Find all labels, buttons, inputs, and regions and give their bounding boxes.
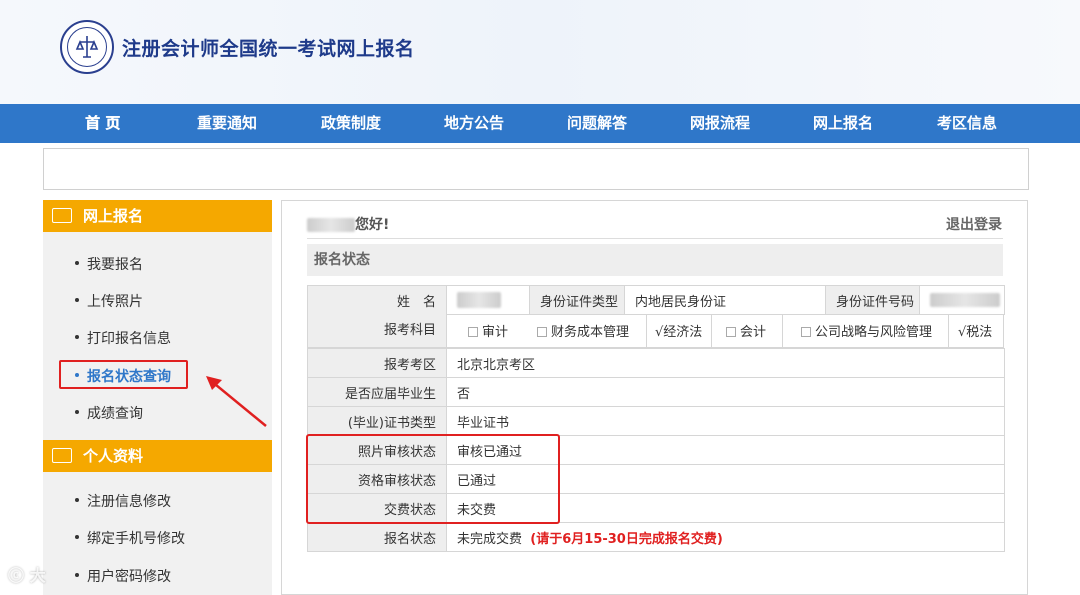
watermark-icon: ⓒ (8, 566, 25, 585)
sidebar-item-score-query[interactable]: 成绩查询 (75, 403, 143, 423)
highlight-box-status (306, 434, 560, 524)
reg-status-value: 未完成交费 (请于6月15-30日完成报名交费) (446, 522, 1005, 552)
logout-link[interactable]: 退出登录 (946, 214, 1002, 234)
nav-process[interactable]: 网报流程 (685, 104, 755, 143)
divider (307, 238, 1003, 239)
fresh-grad-label: 是否应届毕业生 (307, 377, 447, 407)
subjects-row: 报考科目 审计 财务成本管理 √经济法 会计 公司战略与风险管理 √税法 (307, 314, 1004, 348)
id-type-label: 身份证件类型 (529, 285, 625, 315)
sidebar-item-edit-password[interactable]: 用户密码修改 (75, 566, 171, 586)
subject-financial-cost[interactable]: 财务成本管理 (537, 314, 629, 351)
exam-area-label: 报考考区 (307, 348, 447, 378)
nav-faq[interactable]: 问题解答 (562, 104, 632, 143)
highlight-box-sidebar (59, 360, 188, 389)
nav-policies[interactable]: 政策制度 (316, 104, 386, 143)
id-no-value (919, 285, 1006, 315)
red-arrow-annotation (206, 376, 267, 427)
sidebar-section-online-registration: 网上报名 (43, 200, 272, 232)
name-value (446, 285, 530, 315)
nav-local-notices[interactable]: 地方公告 (439, 104, 509, 143)
exam-area-value: 北京北京考区 (446, 348, 1005, 378)
nav-home-link[interactable]: 首 页 (68, 104, 138, 143)
cert-type-label: (毕业)证书类型 (307, 406, 447, 436)
id-card-icon (52, 448, 72, 463)
site-title: 注册会计师全国统一考试网上报名 (122, 38, 415, 60)
subject-audit[interactable]: 审计 (468, 314, 508, 351)
sidebar-section-personal-info: 个人资料 (43, 440, 272, 472)
reg-status-note: (请于6月15-30日完成报名交费) (530, 531, 723, 547)
sidebar-item-edit-phone[interactable]: 绑定手机号修改 (75, 528, 185, 548)
subject-tax-law[interactable]: √税法 (958, 314, 992, 351)
nav-notices[interactable]: 重要通知 (192, 104, 262, 143)
id-no-label: 身份证件号码 (825, 285, 921, 315)
sidebar-section-title: 个人资料 (83, 447, 144, 465)
fresh-grad-value: 否 (446, 377, 1005, 407)
table-row: 报名状态 未完成交费 (请于6月15-30日完成报名交费) (307, 522, 1005, 552)
id-type-value: 内地居民身份证 (623, 285, 827, 315)
subject-strategy-risk[interactable]: 公司战略与风险管理 (782, 314, 949, 347)
redacted-name (307, 218, 355, 232)
table-row: 报考考区 北京北京考区 (307, 348, 1005, 378)
table-row: 姓 名 身份证件类型 内地居民身份证 身份证件号码 (307, 285, 1006, 315)
watermark: ⓒ 大 (8, 566, 46, 585)
name-label: 姓 名 (307, 285, 447, 315)
nav-registration[interactable]: 网上报名 (808, 104, 878, 143)
sidebar-section-title: 网上报名 (83, 207, 144, 225)
subjects-label: 报考科目 (308, 314, 447, 347)
section-title: 报名状态 (307, 244, 1003, 276)
banner-box (43, 148, 1029, 190)
cert-type-value: 毕业证书 (446, 406, 1005, 436)
monitor-icon (52, 208, 72, 223)
nav-exam-areas[interactable]: 考区信息 (932, 104, 1002, 143)
sidebar-item-edit-registration[interactable]: 注册信息修改 (75, 491, 171, 511)
sidebar-item-print-info[interactable]: 打印报名信息 (75, 328, 171, 348)
scales-icon (75, 36, 99, 58)
status-table: 姓 名 身份证件类型 内地居民身份证 身份证件号码 (307, 285, 1006, 315)
table-row: 是否应届毕业生 否 (307, 377, 1005, 407)
subject-accounting[interactable]: 会计 (726, 314, 766, 351)
subject-economic-law[interactable]: √经济法 (646, 314, 712, 347)
greeting: 您好! (307, 214, 389, 234)
cicpa-logo (60, 20, 114, 74)
nav-items: 首 页 重要通知 政策制度 地方公告 问题解答 网报流程 网上报名 考区信息 (0, 104, 1080, 143)
sidebar-item-upload-photo[interactable]: 上传照片 (75, 291, 143, 311)
site-header: 注册会计师全国统一考试网上报名 (0, 0, 1080, 104)
sidebar-item-register[interactable]: 我要报名 (75, 254, 143, 274)
reg-status-label: 报名状态 (307, 522, 447, 552)
table-row: (毕业)证书类型 毕业证书 (307, 406, 1005, 436)
